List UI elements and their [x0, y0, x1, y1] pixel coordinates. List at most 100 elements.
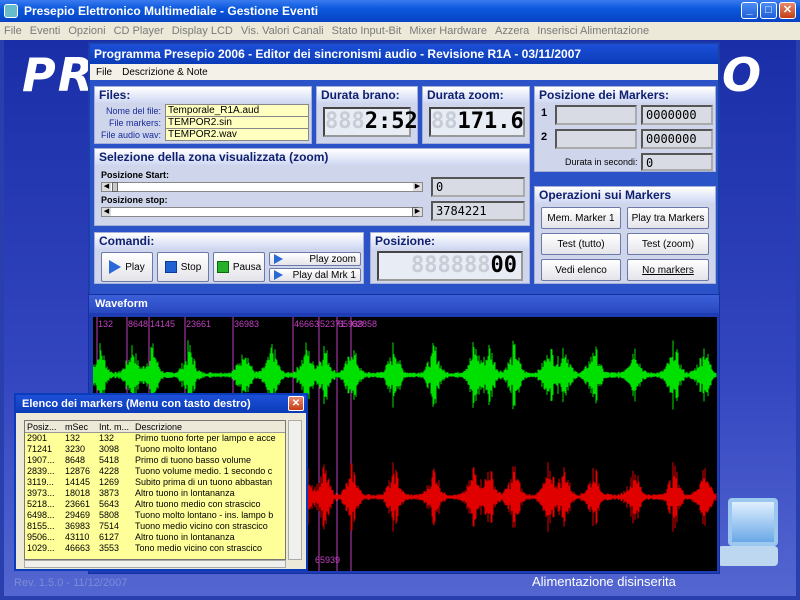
column-header[interactable]: Posiz...: [25, 421, 63, 432]
logo-text-left: PR: [22, 48, 96, 102]
pausa-button[interactable]: Pausa: [213, 252, 265, 282]
maximize-button[interactable]: □: [760, 2, 777, 19]
monitor-icon: [718, 490, 784, 570]
marker-label: 14145: [150, 319, 175, 329]
menu-mixer-hardware[interactable]: Mixer Hardware: [409, 25, 487, 37]
table-cell: 5643: [99, 499, 120, 509]
markers-list-title-bar[interactable]: Elenco dei markers (Menu con tasto destr…: [16, 395, 306, 413]
durata-brano-header: Durata brano:: [317, 87, 417, 103]
marker-1-slot[interactable]: [555, 105, 637, 125]
table-row[interactable]: 1907... 8648 5418 Primo di tuono basso volu…: [25, 455, 285, 466]
stop-button[interactable]: Stop: [157, 252, 209, 282]
table-cell: Primo tuono forte per lampo e acce: [135, 433, 276, 443]
play-zoom-button[interactable]: Play zoom: [269, 252, 361, 266]
table-cell: 3973...: [27, 488, 55, 498]
stop-value-field[interactable]: 3784221: [431, 201, 525, 221]
marker-label: 46663: [294, 319, 319, 329]
menu-opzioni[interactable]: Opzioni: [68, 25, 105, 37]
posizione-display: 88888800: [377, 251, 523, 281]
slider-left-arrow[interactable]: ◀: [102, 183, 111, 191]
table-row[interactable]: 71241 3230 3098 Tuono molto lontano: [25, 444, 285, 455]
test-tutto-button[interactable]: Test (tutto): [541, 233, 621, 255]
menu-azzera[interactable]: Azzera: [495, 25, 529, 37]
main-title-bar[interactable]: Presepio Elettronico Multimediale - Gest…: [0, 0, 800, 22]
table-cell: Tuono medio vicino con strascico: [135, 521, 268, 531]
editor-menu-file[interactable]: File: [96, 67, 112, 78]
stop-slider[interactable]: ◀ ▶: [101, 207, 423, 217]
markers-table[interactable]: Posiz... mSec Int. m... Descrizione 2901…: [24, 420, 286, 560]
table-cell: 3873: [99, 488, 120, 498]
marker-label: 65939: [338, 319, 363, 329]
editor-menu-descrizione[interactable]: Descrizione & Note: [122, 67, 208, 78]
table-row[interactable]: 9506... 43110 6127 Altro tuono in lontananz…: [25, 532, 285, 543]
menu-vis-valori-canali[interactable]: Vis. Valori Canali: [241, 25, 324, 37]
table-row[interactable]: 2901 132 132 Primo tuono forte per lampo e …: [25, 433, 285, 444]
table-row[interactable]: 3973... 18018 3873 Altro tuono in lontananz…: [25, 488, 285, 499]
slider-right-arrow[interactable]: ▶: [413, 208, 422, 216]
table-row[interactable]: 6498... 29469 5808 Tuono molto lontano - in…: [25, 510, 285, 521]
column-header[interactable]: mSec: [63, 421, 97, 432]
vedi-elenco-button[interactable]: Vedi elenco: [541, 259, 621, 281]
marker-label: 132: [98, 319, 113, 329]
marker-1-value[interactable]: 0000000: [641, 105, 713, 125]
durata-zoom-display: 88171.6: [429, 107, 525, 137]
editor-title-bar[interactable]: Programma Presepio 2006 - Editor dei sin…: [90, 44, 718, 64]
marker-2-slot[interactable]: [555, 129, 637, 149]
play-tra-markers-button[interactable]: Play tra Markers: [627, 207, 709, 229]
pausa-label: Pausa: [232, 261, 262, 273]
table-row[interactable]: 8155... 36983 7514 Tuono medio vicino con s…: [25, 521, 285, 532]
play-zoom-label: Play zoom: [309, 253, 356, 265]
slider-left-arrow[interactable]: ◀: [102, 208, 111, 216]
zona-panel: Selezione della zona visualizzata (zoom)…: [94, 148, 530, 226]
table-row[interactable]: 3119... 14145 1269 Subito prima di un tuono…: [25, 477, 285, 488]
durata-secondi-value[interactable]: 0: [641, 153, 713, 171]
column-header[interactable]: Int. m...: [97, 421, 133, 432]
marker-label: 23661: [186, 319, 211, 329]
marker-label: 36983: [234, 319, 259, 329]
table-cell: 12876: [65, 466, 91, 476]
table-cell: 6127: [99, 532, 120, 542]
play-icon: [109, 260, 122, 274]
table-cell: 5418: [99, 455, 120, 465]
editor-menubar: File Descrizione & Note: [90, 64, 718, 80]
mem-marker-button[interactable]: Mem. Marker 1: [541, 207, 621, 229]
table-row[interactable]: 5218... 23661 5643 Altro tuono medio con st…: [25, 499, 285, 510]
slider-right-arrow[interactable]: ▶: [413, 183, 422, 191]
menu-eventi[interactable]: Eventi: [30, 25, 61, 37]
close-button[interactable]: ✕: [779, 2, 796, 19]
durata-secondi-label: Durata in secondi:: [565, 157, 638, 167]
table-cell: 46663: [65, 543, 91, 553]
play-dal-mrk-button[interactable]: Play dal Mrk 1: [269, 268, 361, 282]
vertical-scrollbar[interactable]: [288, 420, 302, 560]
pause-icon: [216, 261, 229, 273]
durata-brano-display: 8882:52: [323, 107, 418, 137]
menu-file[interactable]: File: [4, 25, 22, 37]
file-wav-field[interactable]: TEMPOR2.wav: [165, 128, 309, 141]
test-zoom-button[interactable]: Test (zoom): [627, 233, 709, 255]
no-markers-button[interactable]: No markers: [627, 259, 709, 281]
stop-icon: [164, 261, 177, 273]
table-cell: 36983: [65, 521, 91, 531]
menu-inserisci-alimentazione[interactable]: Inserisci Alimentazione: [537, 25, 649, 37]
file-markers-label: File markers:: [108, 118, 161, 128]
table-row[interactable]: 2839... 12876 4228 Tuono volume medio. 1 se…: [25, 466, 285, 477]
marker-2-value[interactable]: 0000000: [641, 129, 713, 149]
table-cell: 18018: [65, 488, 91, 498]
table-row[interactable]: 1029... 46663 3553 Tono medio vicino con st…: [25, 543, 285, 554]
start-slider-thumb[interactable]: [112, 182, 118, 192]
menu-cd-player[interactable]: CD Player: [114, 25, 164, 37]
table-cell: Altro tuono in lontananza: [135, 488, 235, 498]
start-value-field[interactable]: 0: [431, 177, 525, 197]
revision-label: Rev. 1.5.0 - 11/12/2007: [14, 577, 128, 589]
horizontal-scrollbar[interactable]: [24, 560, 286, 568]
play-button[interactable]: Play: [101, 252, 153, 282]
start-slider[interactable]: ◀ ▶: [101, 182, 423, 192]
minimize-button[interactable]: _: [741, 2, 758, 19]
play-dal-mrk-label: Play dal Mrk 1: [292, 269, 356, 281]
menu-stato-input-bit[interactable]: Stato Input-Bit: [332, 25, 402, 37]
start-label: Posizione Start:: [101, 170, 170, 180]
menu-display-lcd[interactable]: Display LCD: [172, 25, 233, 37]
column-header[interactable]: Descrizione: [133, 421, 285, 432]
main-menubar: File Eventi Opzioni CD Player Display LC…: [0, 22, 800, 40]
close-icon[interactable]: ✕: [288, 396, 304, 411]
